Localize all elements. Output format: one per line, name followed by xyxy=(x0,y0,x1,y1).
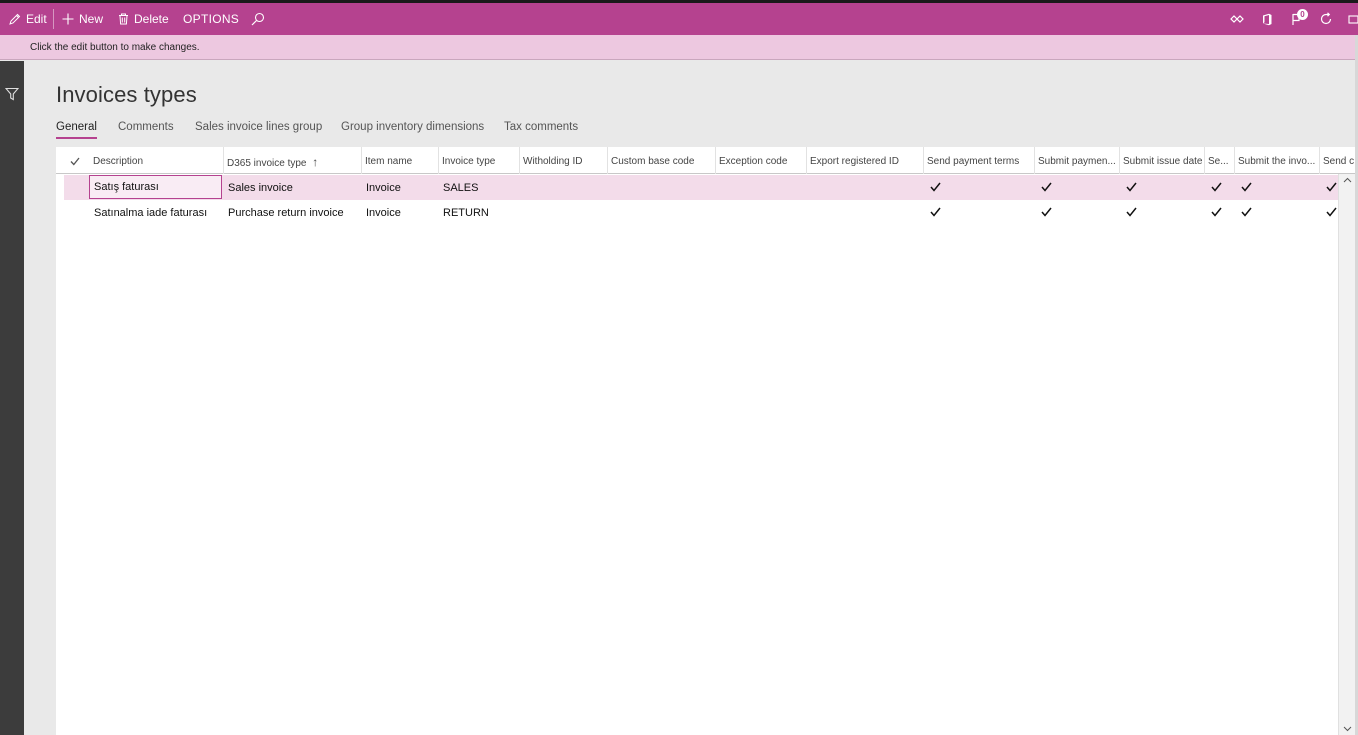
tab-tax-comments[interactable]: Tax comments xyxy=(504,121,578,137)
cell-description[interactable]: Satınalma iade faturası xyxy=(90,200,223,225)
column-header-submit-issue-date[interactable]: Submit issue date xyxy=(1119,147,1204,174)
chevron-up-icon[interactable] xyxy=(1343,175,1352,186)
cell-export-registered-id[interactable] xyxy=(807,175,924,200)
column-header-item-name[interactable]: Item name xyxy=(361,147,438,174)
delete-button[interactable]: Delete xyxy=(118,3,169,35)
options-button[interactable]: OPTIONS xyxy=(183,3,239,35)
column-header-description[interactable]: Description xyxy=(89,147,223,174)
select-all-checkmark-icon[interactable] xyxy=(70,157,80,169)
cell-exception-code[interactable] xyxy=(716,175,807,200)
column-header-d365-invoice-type[interactable]: D365 invoice type ↑ xyxy=(223,147,361,174)
column-header-exception-code[interactable]: Exception code xyxy=(715,147,806,174)
edit-label: Edit xyxy=(26,12,47,26)
action-pane: Edit New Delete OPTIONS 0 xyxy=(0,3,1358,35)
delete-label: Delete xyxy=(134,12,169,26)
column-header-export-registered-id[interactable]: Export registered ID xyxy=(806,147,923,174)
trash-icon xyxy=(118,13,129,25)
column-header-send-c[interactable]: Send c xyxy=(1319,147,1358,174)
checkmark-icon[interactable] xyxy=(1041,182,1052,195)
page-title: Invoices types xyxy=(56,82,197,107)
open-in-new-window-button[interactable] xyxy=(1348,3,1358,35)
window-icon xyxy=(1348,14,1358,24)
message-bar: Click the edit button to make changes. xyxy=(0,35,1358,60)
table-row[interactable]: Satış faturası Sales invoice Invoice SAL… xyxy=(64,175,1338,200)
column-header-witholding-id[interactable]: Witholding ID xyxy=(519,147,607,174)
refresh-button[interactable] xyxy=(1319,3,1333,35)
edit-button[interactable]: Edit xyxy=(9,3,47,35)
checkmark-icon[interactable] xyxy=(1211,207,1222,220)
column-header-invoice-type[interactable]: Invoice type xyxy=(438,147,519,174)
tab-general[interactable]: General xyxy=(56,121,97,139)
cell-invoice-type[interactable]: SALES xyxy=(439,175,520,200)
column-header-se[interactable]: Se... xyxy=(1204,147,1234,174)
cell-description[interactable]: Satış faturası xyxy=(89,175,222,199)
new-label: New xyxy=(79,12,104,26)
notification-count-badge: 0 xyxy=(1297,9,1308,20)
tab-sales-invoice-lines-group[interactable]: Sales invoice lines group xyxy=(195,121,322,137)
toolbar-divider xyxy=(53,9,54,29)
options-label: OPTIONS xyxy=(183,12,240,26)
checkmark-icon[interactable] xyxy=(930,182,941,195)
checkmark-icon[interactable] xyxy=(1326,207,1337,220)
filter-icon[interactable] xyxy=(4,87,20,106)
pencil-icon xyxy=(9,13,21,25)
search-button[interactable] xyxy=(251,3,265,35)
table-row[interactable]: Satınalma iade faturası Purchase return … xyxy=(64,200,1338,225)
cell-witholding-id[interactable] xyxy=(520,175,608,200)
cell-custom-base-code[interactable] xyxy=(608,200,716,225)
connected-apps-button[interactable] xyxy=(1230,3,1244,35)
checkmark-icon[interactable] xyxy=(1326,182,1337,195)
checkmark-icon[interactable] xyxy=(1126,182,1137,195)
checkmark-icon[interactable] xyxy=(1241,182,1252,195)
cell-custom-base-code[interactable] xyxy=(608,175,716,200)
new-button[interactable]: New xyxy=(62,3,103,35)
cell-witholding-id[interactable] xyxy=(520,200,608,225)
column-header-label: D365 invoice type xyxy=(227,158,307,169)
cell-invoice-type[interactable]: RETURN xyxy=(439,200,520,225)
invoice-types-grid: Description D365 invoice type ↑ Item nam… xyxy=(56,147,1358,735)
cell-exception-code[interactable] xyxy=(716,200,807,225)
column-header-submit-payment[interactable]: Submit paymen... xyxy=(1034,147,1119,174)
checkmark-icon[interactable] xyxy=(1211,182,1222,195)
column-header-submit-the-invoice[interactable]: Submit the invo... xyxy=(1234,147,1319,174)
checkmark-icon[interactable] xyxy=(1241,207,1252,220)
grid-header: Description D365 invoice type ↑ Item nam… xyxy=(56,147,1358,174)
left-navigation-strip xyxy=(0,61,24,735)
column-header-custom-base-code[interactable]: Custom base code xyxy=(607,147,715,174)
cell-item-name[interactable]: Invoice xyxy=(362,175,439,200)
chevron-down-icon[interactable] xyxy=(1343,724,1352,735)
column-header-send-payment-terms[interactable]: Send payment terms xyxy=(923,147,1034,174)
search-icon xyxy=(251,12,265,26)
cell-d365-invoice-type[interactable]: Purchase return invoice xyxy=(224,200,362,225)
tab-comments[interactable]: Comments xyxy=(118,121,174,137)
refresh-icon xyxy=(1319,12,1333,26)
checkmark-icon[interactable] xyxy=(1126,207,1137,220)
sort-ascending-icon: ↑ xyxy=(312,155,319,169)
checkmark-icon[interactable] xyxy=(1041,207,1052,220)
office-icon xyxy=(1261,13,1273,26)
cell-export-registered-id[interactable] xyxy=(807,200,924,225)
message-text: Click the edit button to make changes. xyxy=(30,42,200,53)
checkmark-icon[interactable] xyxy=(930,207,941,220)
office-button[interactable] xyxy=(1261,3,1273,35)
plus-icon xyxy=(62,13,74,25)
cell-d365-invoice-type[interactable]: Sales invoice xyxy=(224,175,362,200)
tab-group-inventory-dimensions[interactable]: Group inventory dimensions xyxy=(341,121,484,137)
cell-item-name[interactable]: Invoice xyxy=(362,200,439,225)
diamond-link-icon xyxy=(1230,14,1244,24)
